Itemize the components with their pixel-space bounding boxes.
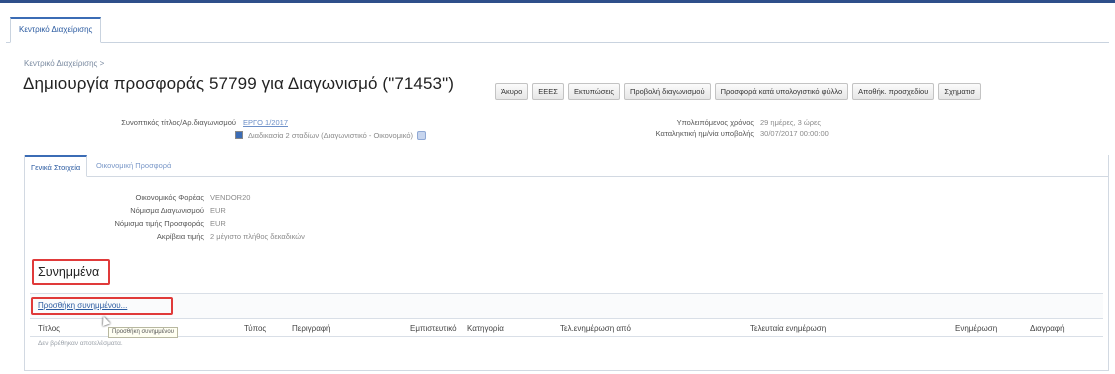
remaining-time-value: 29 ημέρες, 3 ώρες (760, 118, 821, 127)
breadcrumb[interactable]: Κεντρικό Διαχείρισης > (24, 59, 104, 68)
two-stage-checkbox[interactable] (235, 131, 243, 139)
field-vendor-value: VENDOR20 (210, 193, 251, 202)
save-draft-button[interactable]: Αποθήκ. προσχεδίου (852, 83, 935, 100)
info-icon[interactable] (417, 131, 427, 140)
field-vendor: Οικονομικός Φορέας VENDOR20 (24, 193, 344, 205)
tab-management-home[interactable]: Κεντρικό Διαχείρισης (10, 17, 102, 43)
view-tender-button[interactable]: Προβολή διαγωνισμού (623, 83, 711, 100)
attachments-table-header: Τίτλος Τύπος Περιγραφή Εμπιστευτικό Κατη… (30, 321, 1103, 337)
col-type[interactable]: Τύπος (244, 324, 266, 333)
field-offer-currency: Νόμισμα τιμής Προσφοράς EUR (24, 219, 344, 231)
general-info-panel (24, 155, 1109, 371)
field-price-precision-label: Ακρίβεια τιμής (156, 232, 204, 241)
col-confidential[interactable]: Εμπιστευτικό (410, 324, 457, 333)
espd-button[interactable]: ΕΕΕΣ (532, 83, 564, 100)
field-tender-currency: Νόμισμα Διαγωνισμού EUR (24, 206, 344, 218)
remaining-time-label: Υπολειπόμενος χρόνος (676, 118, 754, 127)
field-price-precision: Ακρίβεια τιμής 2 μέγιστο πλήθος δεκαδικώ… (24, 232, 344, 244)
spreadsheet-bid-button[interactable]: Προσφορά κατά υπολογιστικό φύλλο (714, 83, 849, 100)
field-vendor-label: Οικονομικός Φορέας (135, 193, 204, 202)
field-tender-currency-value: EUR (210, 206, 226, 215)
more-actions-button[interactable]: Σχηματισ (938, 83, 981, 100)
top-tab-bar: Κεντρικό Διαχείρισης (6, 11, 1109, 43)
add-attachment-highlight (31, 297, 173, 315)
field-offer-currency-value: EUR (210, 219, 226, 228)
two-stage-label: Διαδικασία 2 σταδίων (Διαγωνιστικό - Οικ… (248, 131, 414, 140)
add-attachment-tooltip: Προσθήκη συνημμένου (108, 327, 178, 338)
cancel-button[interactable]: Άκυρο (495, 83, 529, 100)
col-description[interactable]: Περιγραφή (292, 324, 330, 333)
deadline-label: Καταληκτική ημ/νία υποβολής (655, 129, 754, 138)
print-button[interactable]: Εκτυπώσεις (567, 83, 620, 100)
col-delete[interactable]: Διαγραφή (1030, 324, 1065, 333)
attachments-toolbar (30, 293, 1103, 319)
field-price-precision-value: 2 μέγιστο πλήθος δεκαδικών (210, 232, 305, 241)
tender-title-label: Συνοπτικός τίτλος/Αρ.διαγωνισμού (121, 118, 236, 127)
col-category[interactable]: Κατηγορία (467, 324, 504, 333)
empty-results-text: Δεν βρέθηκαν αποτελέσματα. (38, 340, 123, 347)
col-title[interactable]: Τίτλος (38, 324, 60, 333)
page-title: Δημιουργία προσφοράς 57799 για Διαγωνισμ… (23, 74, 454, 93)
two-stage-text: Διαδικασία 2 σταδίων (Διαγωνιστικό - Οικ… (248, 131, 427, 140)
col-update[interactable]: Ενημέρωση (955, 324, 997, 333)
col-last-updated[interactable]: Τελευταία ενημέρωση (750, 324, 826, 333)
field-offer-currency-label: Νόμισμα τιμής Προσφοράς (114, 219, 205, 228)
field-tender-currency-label: Νόμισμα Διαγωνισμού (130, 206, 204, 215)
tender-title-link[interactable]: ΕΡΓΟ 1/2017 (243, 118, 288, 127)
action-toolbar: Άκυρο ΕΕΕΣ Εκτυπώσεις Προβολή διαγωνισμο… (495, 83, 981, 100)
col-updated-by[interactable]: Τελ.ενημέρωση από (560, 324, 631, 333)
application-frame: Κεντρικό Διαχείρισης Κεντρικό Διαχείριση… (0, 0, 1115, 374)
deadline-value: 30/07/2017 00:00:00 (760, 129, 829, 138)
attachments-highlight (32, 259, 110, 285)
